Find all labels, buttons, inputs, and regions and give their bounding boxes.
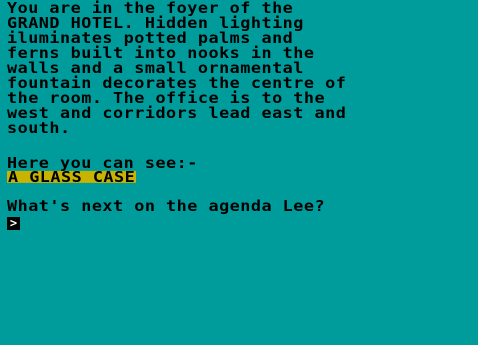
- item-list-entry: A GLASS CASE: [7, 167, 137, 186]
- item-glass-case: A GLASS CASE: [7, 167, 137, 186]
- command-prompt: What's next on the agenda Lee?: [7, 196, 326, 215]
- game-screen: You are in the foyer of the GRAND HOTEL.…: [0, 0, 478, 345]
- room-description-line: south.: [7, 118, 71, 137]
- input-cursor-icon[interactable]: >: [7, 217, 20, 230]
